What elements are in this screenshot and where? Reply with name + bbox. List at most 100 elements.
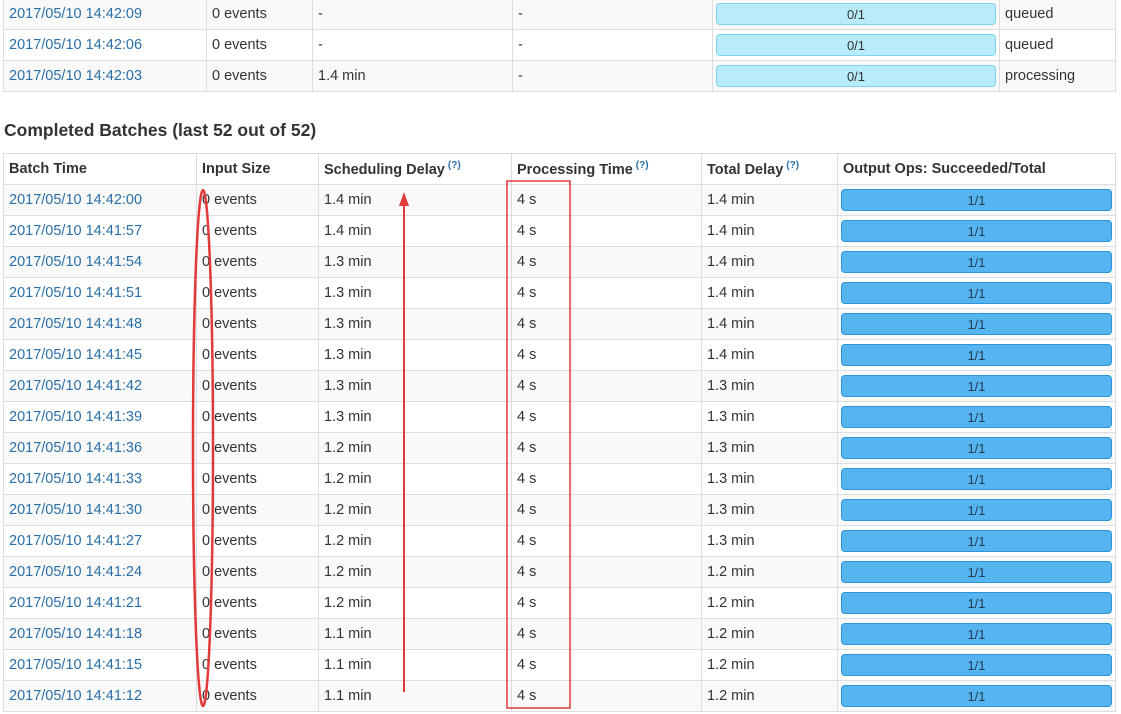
- batch-time-cell[interactable]: 2017/05/10 14:41:30: [3, 494, 197, 526]
- table-row: 2017/05/10 14:41:18 0 events 1.1 min 4 s 1.2…: [3, 618, 1116, 650]
- batch-time-cell[interactable]: 2017/05/10 14:41:12: [3, 680, 197, 712]
- batch-time-cell[interactable]: 2017/05/10 14:41:39: [3, 401, 197, 433]
- batch-time-cell[interactable]: 2017/05/10 14:42:06: [3, 29, 207, 61]
- input-size-cell: 0 events: [196, 370, 319, 402]
- output-ops-progress-bar: 1/1: [841, 530, 1112, 552]
- batch-time-cell[interactable]: 2017/05/10 14:41:24: [3, 556, 197, 588]
- batch-time-link[interactable]: 2017/05/10 14:41:27: [9, 533, 142, 549]
- batch-time-cell[interactable]: 2017/05/10 14:41:48: [3, 308, 197, 340]
- batch-time-cell[interactable]: 2017/05/10 14:41:18: [3, 618, 197, 650]
- table-row: 2017/05/10 14:42:09 0 events - - 0/1 que…: [3, 0, 1116, 30]
- processing-time-cell: 4 s: [511, 401, 702, 433]
- column-header-batch-time[interactable]: Batch Time: [3, 153, 197, 185]
- processing-time-cell: 4 s: [511, 680, 702, 712]
- output-ops-cell: 1/1: [837, 587, 1116, 619]
- scheduling-delay-cell: 1.3 min: [318, 246, 512, 278]
- batch-time-link[interactable]: 2017/05/10 14:41:12: [9, 688, 142, 704]
- column-header-output-ops[interactable]: Output Ops: Succeeded/Total: [837, 153, 1116, 185]
- scheduling-delay-cell: -: [312, 0, 513, 30]
- batch-time-cell[interactable]: 2017/05/10 14:41:57: [3, 215, 197, 247]
- batch-time-cell[interactable]: 2017/05/10 14:41:33: [3, 463, 197, 495]
- scheduling-delay-cell: 1.2 min: [318, 525, 512, 557]
- batch-time-cell[interactable]: 2017/05/10 14:42:03: [3, 60, 207, 92]
- input-size-cell: 0 events: [206, 0, 313, 30]
- table-row: 2017/05/10 14:41:57 0 events 1.4 min 4 s 1.4…: [3, 215, 1116, 247]
- output-ops-cell: 1/1: [837, 618, 1116, 650]
- batch-time-link[interactable]: 2017/05/10 14:42:03: [9, 68, 142, 84]
- output-ops-cell: 1/1: [837, 494, 1116, 526]
- batch-time-link[interactable]: 2017/05/10 14:41:36: [9, 440, 142, 456]
- batch-time-link[interactable]: 2017/05/10 14:41:30: [9, 502, 142, 518]
- scheduling-delay-cell: 1.4 min: [318, 215, 512, 247]
- processing-time-cell: 4 s: [511, 494, 702, 526]
- output-ops-progress-bar: 1/1: [841, 561, 1112, 583]
- processing-time-cell: 4 s: [511, 525, 702, 557]
- table-row: 2017/05/10 14:41:21 0 events 1.2 min 4 s 1.2…: [3, 587, 1116, 619]
- help-tooltip-icon[interactable]: (?): [786, 160, 799, 171]
- total-delay-cell: 1.4 min: [701, 308, 838, 340]
- help-tooltip-icon[interactable]: (?): [448, 160, 461, 171]
- status-cell: queued: [999, 29, 1116, 61]
- batch-time-link[interactable]: 2017/05/10 14:41:54: [9, 254, 142, 270]
- column-header-label: Total Delay: [707, 161, 784, 178]
- column-header-scheduling-delay[interactable]: Scheduling Delay (?): [318, 153, 512, 185]
- total-delay-cell: 1.4 min: [701, 246, 838, 278]
- batch-time-cell[interactable]: 2017/05/10 14:41:27: [3, 525, 197, 557]
- batch-time-cell[interactable]: 2017/05/10 14:42:09: [3, 0, 207, 30]
- batch-time-link[interactable]: 2017/05/10 14:41:21: [9, 595, 142, 611]
- processing-time-cell: 4 s: [511, 370, 702, 402]
- column-header-label: Scheduling Delay: [324, 161, 445, 178]
- batch-time-cell[interactable]: 2017/05/10 14:41:21: [3, 587, 197, 619]
- batch-time-cell[interactable]: 2017/05/10 14:41:51: [3, 277, 197, 309]
- batch-time-cell[interactable]: 2017/05/10 14:41:36: [3, 432, 197, 464]
- completed-batches-table: Batch Time Input Size Scheduling Delay (?…: [3, 153, 1116, 712]
- batch-time-link[interactable]: 2017/05/10 14:42:06: [9, 37, 142, 53]
- output-ops-cell: 1/1: [837, 680, 1116, 712]
- batch-time-link[interactable]: 2017/05/10 14:41:39: [9, 409, 142, 425]
- output-ops-progress-bar: 1/1: [841, 282, 1112, 304]
- processing-time-cell: -: [512, 29, 713, 61]
- help-tooltip-icon[interactable]: (?): [636, 160, 649, 171]
- batch-time-link[interactable]: 2017/05/10 14:41:33: [9, 471, 142, 487]
- batch-time-cell[interactable]: 2017/05/10 14:42:00: [3, 184, 197, 216]
- table-row: 2017/05/10 14:41:54 0 events 1.3 min 4 s 1.4…: [3, 246, 1116, 278]
- total-delay-cell: 1.2 min: [701, 556, 838, 588]
- total-delay-cell: 1.2 min: [701, 680, 838, 712]
- batch-time-link[interactable]: 2017/05/10 14:42:00: [9, 192, 142, 208]
- batch-time-link[interactable]: 2017/05/10 14:41:24: [9, 564, 142, 580]
- input-size-cell: 0 events: [196, 587, 319, 619]
- column-header-total-delay[interactable]: Total Delay (?): [701, 153, 838, 185]
- input-size-cell: 0 events: [196, 525, 319, 557]
- output-ops-progress-bar: 1/1: [841, 654, 1112, 676]
- batch-time-cell[interactable]: 2017/05/10 14:41:42: [3, 370, 197, 402]
- column-header-processing-time[interactable]: Processing Time (?): [511, 153, 702, 185]
- output-ops-cell: 1/1: [837, 215, 1116, 247]
- table-row: 2017/05/10 14:42:00 0 events 1.4 min 4 s 1.4…: [3, 184, 1116, 216]
- batch-time-cell[interactable]: 2017/05/10 14:41:15: [3, 649, 197, 681]
- batch-time-link[interactable]: 2017/05/10 14:42:09: [9, 6, 142, 22]
- output-ops-progress-bar: 1/1: [841, 251, 1112, 273]
- scheduling-delay-cell: 1.2 min: [318, 432, 512, 464]
- batch-time-link[interactable]: 2017/05/10 14:41:45: [9, 347, 142, 363]
- batch-time-cell[interactable]: 2017/05/10 14:41:54: [3, 246, 197, 278]
- batch-time-cell[interactable]: 2017/05/10 14:41:45: [3, 339, 197, 371]
- batch-time-link[interactable]: 2017/05/10 14:41:57: [9, 223, 142, 239]
- column-header-input-size[interactable]: Input Size: [196, 153, 319, 185]
- scheduling-delay-cell: -: [312, 29, 513, 61]
- batch-time-link[interactable]: 2017/05/10 14:41:42: [9, 378, 142, 394]
- input-size-cell: 0 events: [196, 401, 319, 433]
- output-ops-cell: 1/1: [837, 649, 1116, 681]
- batch-time-link[interactable]: 2017/05/10 14:41:51: [9, 285, 142, 301]
- processing-time-cell: 4 s: [511, 432, 702, 464]
- processing-time-cell: 4 s: [511, 463, 702, 495]
- table-row: 2017/05/10 14:41:12 0 events 1.1 min 4 s 1.2…: [3, 680, 1116, 712]
- output-ops-cell: 1/1: [837, 246, 1116, 278]
- input-size-cell: 0 events: [196, 308, 319, 340]
- input-size-cell: 0 events: [196, 463, 319, 495]
- batch-time-link[interactable]: 2017/05/10 14:41:48: [9, 316, 142, 332]
- batch-time-link[interactable]: 2017/05/10 14:41:15: [9, 657, 142, 673]
- batch-time-link[interactable]: 2017/05/10 14:41:18: [9, 626, 142, 642]
- table-row: 2017/05/10 14:42:06 0 events - - 0/1 que…: [3, 29, 1116, 61]
- output-ops-cell: 1/1: [837, 308, 1116, 340]
- scheduling-delay-cell: 1.1 min: [318, 680, 512, 712]
